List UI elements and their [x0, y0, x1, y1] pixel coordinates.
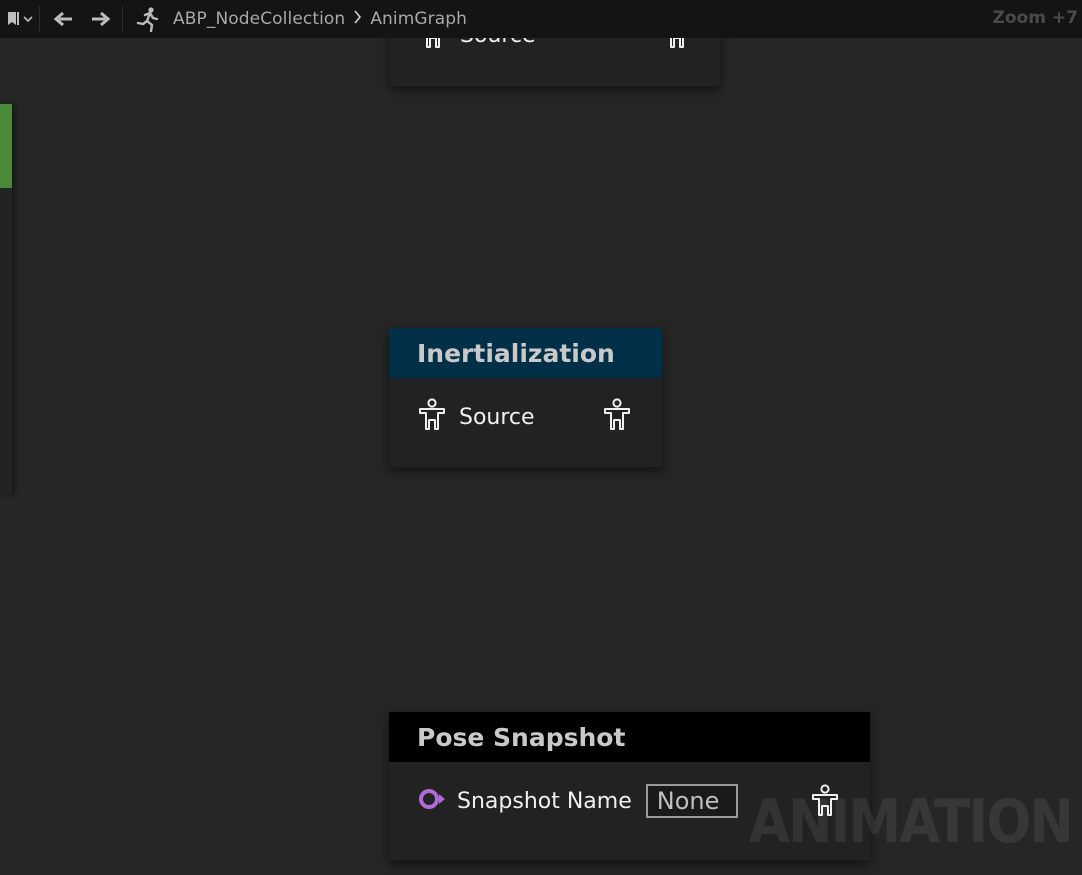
node-header[interactable]: Inertialization	[389, 328, 662, 378]
inertialization-source-pin[interactable]: Source	[417, 398, 535, 436]
inertialization-node[interactable]: Inertialization Source	[389, 328, 662, 467]
node-body: Source	[389, 378, 662, 467]
bookmark-icon[interactable]	[6, 11, 20, 27]
graph-type-watermark: ANIMATION	[749, 787, 1074, 857]
toolbar-separator	[39, 6, 40, 32]
forward-arrow-icon[interactable]	[90, 11, 112, 27]
chevron-down-icon[interactable]	[23, 15, 33, 23]
node-title: Inertialization	[417, 338, 615, 368]
zoom-level: Zoom +7	[992, 8, 1078, 28]
breadcrumb-separator-icon	[353, 9, 362, 29]
snapshot-name-input[interactable]: None	[645, 784, 738, 818]
snapshot-name-pin[interactable]: Snapshot Name None	[417, 784, 738, 818]
breadcrumb-current: AnimGraph	[370, 9, 468, 29]
back-arrow-icon[interactable]	[52, 11, 74, 27]
graph-toolbar: ABP_NodeCollection AnimGraph Zoom +7	[0, 0, 1082, 38]
pin-label: Snapshot Name	[457, 788, 632, 814]
node-header[interactable]: Pose Snapshot	[389, 712, 870, 762]
name-pin-icon[interactable]	[417, 788, 447, 814]
pin-label: Source	[459, 404, 535, 430]
node-title: Pose Snapshot	[417, 722, 626, 752]
breadcrumb-root[interactable]: ABP_NodeCollection	[173, 9, 345, 29]
pose-icon	[417, 398, 447, 436]
pose-icon[interactable]	[602, 398, 632, 436]
exec-pin-highlight	[0, 104, 12, 188]
toolbar-separator	[122, 6, 123, 32]
running-man-icon	[135, 6, 161, 32]
